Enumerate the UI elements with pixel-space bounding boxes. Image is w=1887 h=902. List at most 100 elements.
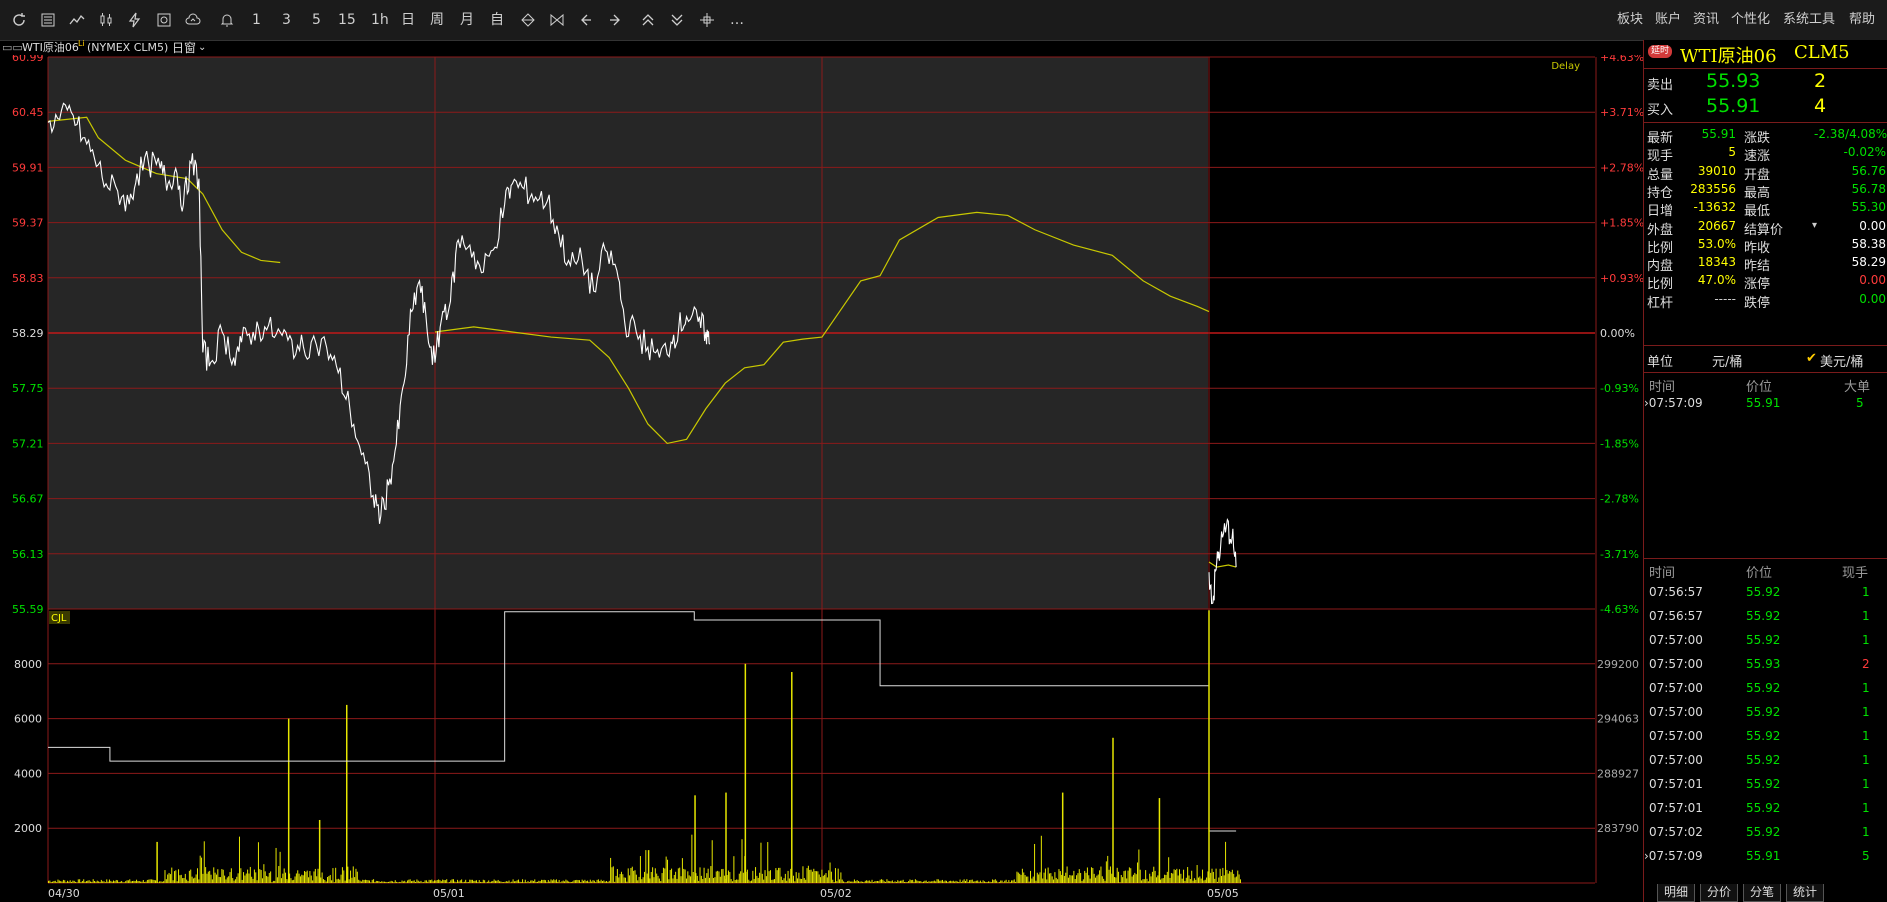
volume-bar (209, 870, 211, 883)
volume-bar (401, 880, 403, 883)
window-toggle-icon[interactable]: ▭▭ (2, 40, 23, 56)
volume-bar (1216, 881, 1218, 883)
list-icon[interactable] (37, 9, 59, 31)
volume-bar (885, 881, 887, 883)
period-month-button[interactable]: 月 (460, 9, 474, 31)
period-15min-button[interactable]: 15 (338, 9, 356, 31)
volume-bar (1202, 869, 1204, 883)
crosshair-icon[interactable] (696, 9, 718, 31)
chevron-double-up-icon[interactable] (637, 9, 659, 31)
volume-bar (763, 879, 765, 883)
volume-bar (123, 882, 125, 883)
menu-account[interactable]: 账户 (1655, 9, 1681, 31)
volume-bar (1203, 880, 1205, 883)
volume-bar (336, 879, 338, 883)
window-select[interactable]: 日窗 (172, 40, 196, 56)
volume-bar (549, 881, 551, 883)
volume-bar (1100, 866, 1102, 883)
bowtie-icon[interactable] (546, 9, 568, 31)
volume-bar (1142, 879, 1144, 883)
bell-icon[interactable] (216, 9, 238, 31)
volume-bar (637, 880, 639, 883)
volume-bar (69, 880, 71, 883)
period-custom-button[interactable]: 自 (490, 9, 504, 31)
unit-usd-option[interactable]: 美元/桶 (1820, 351, 1863, 370)
volume-bar (298, 873, 300, 883)
volume-bar (592, 880, 594, 883)
candlestick-icon[interactable] (95, 9, 117, 31)
volume-bar (500, 881, 502, 883)
volume-bar (996, 880, 998, 883)
refresh-icon[interactable] (8, 9, 30, 31)
volume-bar (834, 868, 836, 883)
chevron-down-icon[interactable]: ⌄ (198, 40, 206, 56)
cloud-sync-icon[interactable] (182, 9, 204, 31)
volume-bar (104, 882, 106, 883)
volume-bar (1011, 880, 1013, 883)
menu-sector[interactable]: 板块 (1617, 9, 1643, 31)
volume-bar (186, 879, 188, 883)
chevron-double-down-icon[interactable] (666, 9, 688, 31)
volume-bar (536, 881, 538, 883)
tab-detail[interactable]: 明细 (1657, 884, 1695, 902)
menu-personalize[interactable]: 个性化 (1731, 9, 1770, 31)
volume-bar (1030, 870, 1032, 883)
volume-bar (75, 881, 77, 883)
volume-bar (539, 881, 541, 883)
tick-price: 55.92 (1746, 753, 1781, 767)
volume-bar (192, 878, 194, 883)
menu-help[interactable]: 帮助 (1849, 9, 1875, 31)
menu-news[interactable]: 资讯 (1693, 9, 1719, 31)
tick-price: 55.92 (1746, 681, 1781, 695)
x-tick-label: 05/05 (1207, 887, 1239, 900)
tab-price-distribution[interactable]: 分价 (1700, 884, 1738, 902)
volume-bar (119, 881, 121, 883)
volume-bar (350, 870, 352, 883)
volume-bar (1028, 881, 1030, 883)
tab-statistics[interactable]: 统计 (1786, 884, 1824, 902)
period-day-button[interactable]: 日 (401, 9, 415, 31)
volume-bar (973, 881, 975, 883)
period-5min-button[interactable]: 5 (312, 9, 321, 31)
intraday-chart[interactable]: 60.99 +4.63% 60.45 +3.71% 59.91 +2.78% 59.37 +1… (0, 55, 1643, 902)
volume-bar (1118, 871, 1120, 883)
volume-bar (496, 880, 498, 883)
arrow-right-icon[interactable] (604, 9, 626, 31)
period-3min-button[interactable]: 3 (282, 9, 291, 31)
volume-bar (115, 879, 117, 883)
stat-label: 比例 (1647, 240, 1674, 256)
tab-ticks[interactable]: 分笔 (1743, 884, 1781, 902)
volume-bar (1223, 875, 1225, 883)
volume-bar (447, 882, 449, 883)
volume-bar (610, 857, 612, 883)
ask-label: 卖出 (1647, 78, 1674, 93)
period-1h-button[interactable]: 1h (371, 9, 389, 31)
period-week-button[interactable]: 周 (430, 9, 444, 31)
volume-bar (179, 875, 181, 883)
volume-bar (232, 878, 234, 883)
volume-bar (642, 877, 644, 883)
volume-bar (1185, 877, 1187, 883)
settlement-dropdown-icon[interactable]: ▾ (1812, 220, 1817, 231)
volume-bar (1009, 882, 1011, 883)
volume-bar (155, 880, 157, 883)
image-icon[interactable] (153, 9, 175, 31)
menu-system-tools[interactable]: 系统工具 (1783, 9, 1835, 31)
volume-bar (493, 879, 495, 883)
line-chart-icon[interactable] (66, 9, 88, 31)
bid-label: 买入 (1647, 103, 1674, 118)
volume-bar (940, 880, 942, 883)
more-icon[interactable]: … (730, 9, 744, 31)
diamond-icon[interactable] (517, 9, 539, 31)
volume-bar (936, 879, 938, 883)
flash-icon[interactable] (124, 9, 146, 31)
unit-cny-option[interactable]: 元/桶 (1712, 351, 1742, 370)
volume-bar (917, 880, 919, 883)
period-1min-button[interactable]: 1 (252, 9, 261, 31)
tick-price: 55.93 (1746, 657, 1781, 671)
volume-bar (1137, 862, 1139, 883)
volume-bar (1104, 880, 1106, 883)
volume-bar (821, 869, 823, 883)
volume-bar (1151, 871, 1153, 883)
arrow-left-icon[interactable] (575, 9, 597, 31)
